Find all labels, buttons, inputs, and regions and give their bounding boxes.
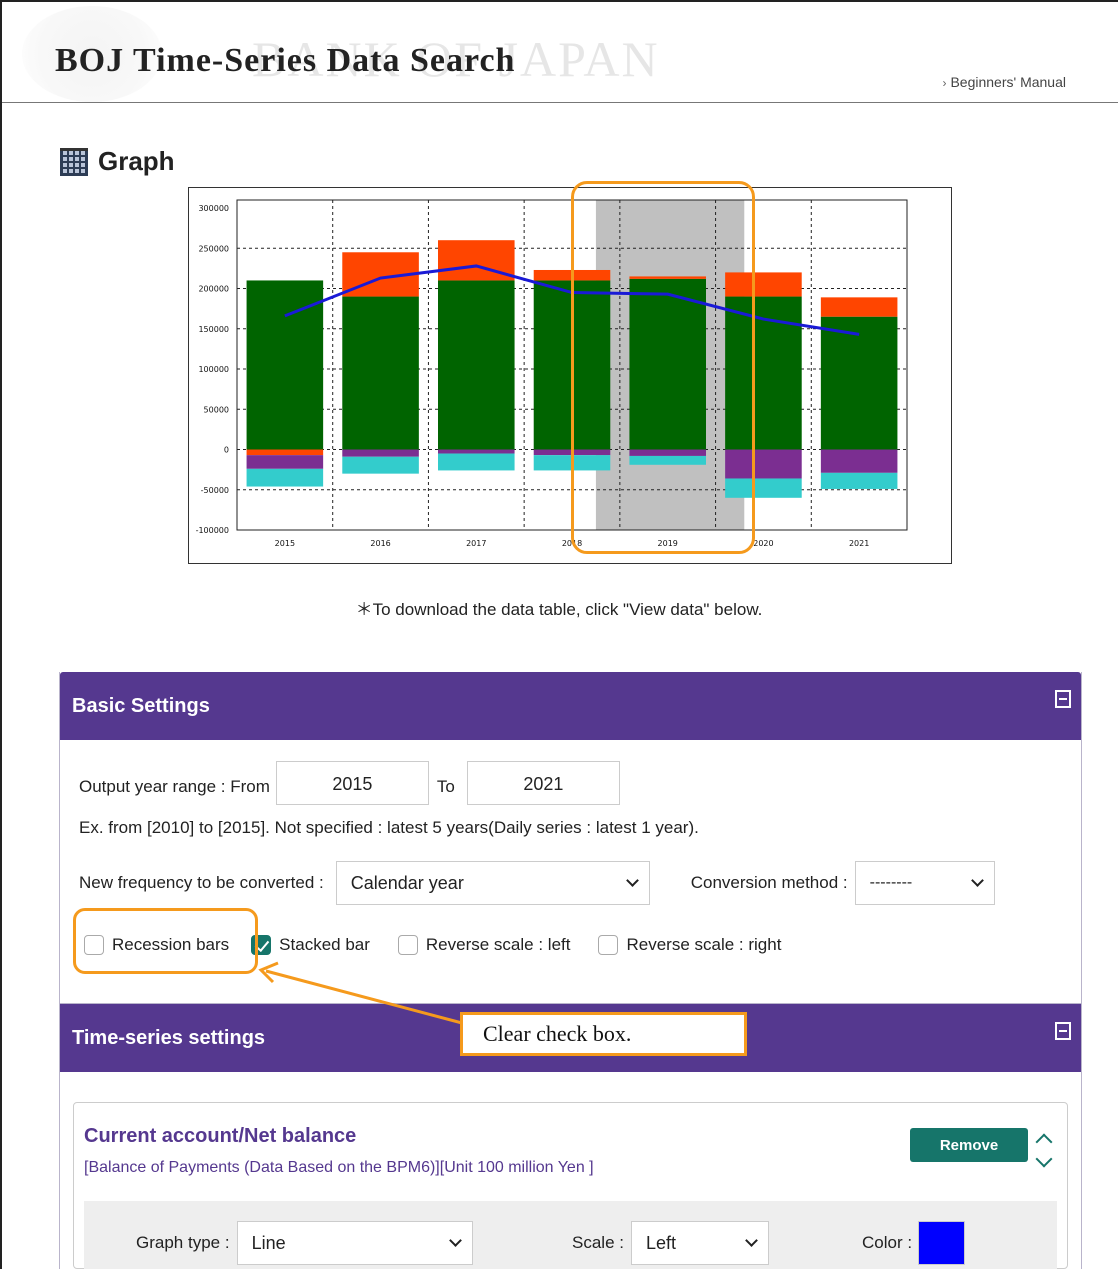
series-options: Graph type : Line Scale : Left Color : [84, 1201, 1057, 1269]
chevron-down-icon [745, 1234, 758, 1247]
color-swatch[interactable] [918, 1221, 966, 1265]
chevron-down-icon [448, 1234, 462, 1247]
scale-row: Scale : Left [572, 1221, 769, 1265]
scale-label: Scale : [572, 1233, 624, 1252]
callout-note: Clear check box. [460, 1012, 747, 1056]
color-row: Color : [862, 1221, 966, 1265]
move-up-icon[interactable] [1035, 1133, 1053, 1151]
series-description: [Balance of Payments (Data Based on the … [84, 1159, 594, 1176]
series-name: Current account/Net balance [84, 1125, 357, 1147]
annotation-arrow [258, 961, 463, 1025]
remove-button[interactable]: Remove [910, 1128, 1028, 1162]
move-down-icon[interactable] [1035, 1150, 1053, 1168]
series-card: Current account/Net balance [Balance of … [73, 1102, 1068, 1269]
graph-type-row: Graph type : Line [136, 1221, 473, 1265]
scale-select[interactable]: Left [630, 1221, 769, 1265]
graph-type-label: Graph type : [136, 1233, 230, 1252]
graph-type-select[interactable]: Line [236, 1221, 473, 1265]
color-label: Color : [862, 1233, 913, 1252]
